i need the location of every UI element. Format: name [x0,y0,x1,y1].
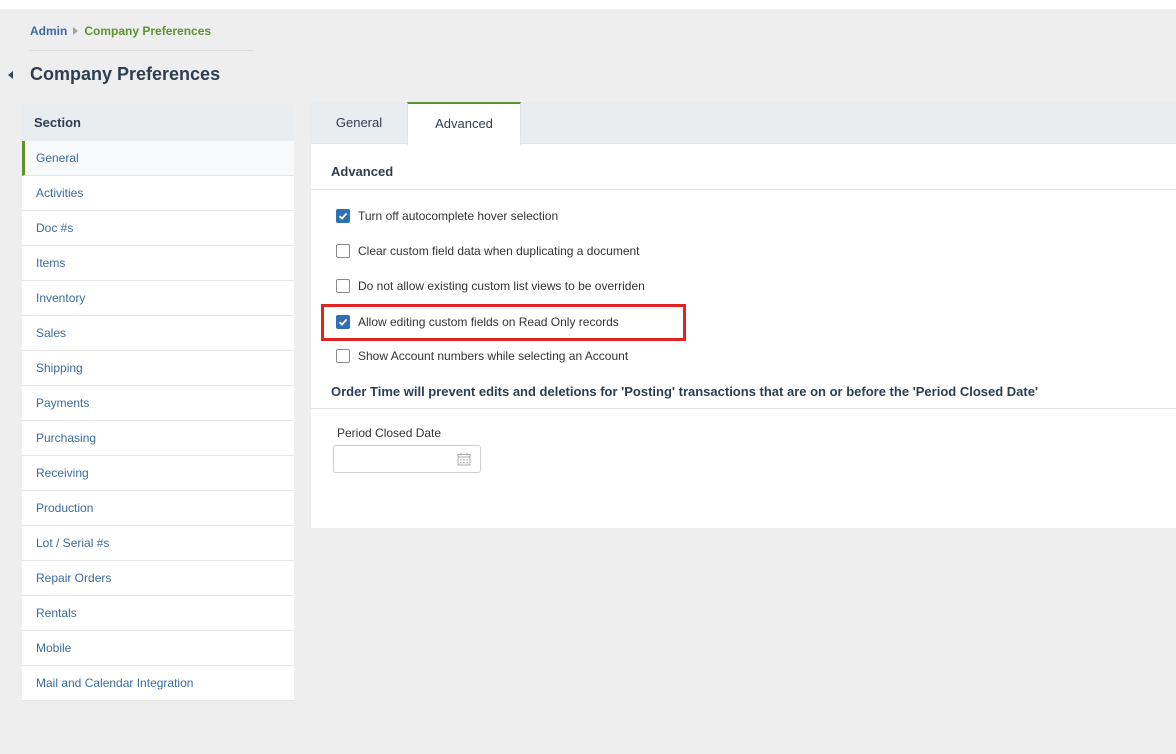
checkbox-no-override-list-views[interactable] [336,279,350,293]
sidebar-item-payments[interactable]: Payments [22,386,294,421]
option-show-account-numbers[interactable]: Show Account numbers while selecting an … [336,347,628,365]
sidebar-item-sales[interactable]: Sales [22,316,294,351]
option-edit-custom-fields-readonly[interactable]: Allow editing custom fields on Read Only… [336,313,619,331]
option-clear-custom-field[interactable]: Clear custom field data when duplicating… [336,242,640,260]
page-title: Company Preferences [30,64,221,84]
section-sidebar: Section General Activities Doc #s Items … [22,104,294,701]
notice-divider [311,408,1176,409]
breadcrumb: Admin Company Preferences [30,22,211,40]
option-autocomplete-hover[interactable]: Turn off autocomplete hover selection [336,207,558,225]
sidebar-item-mail-calendar[interactable]: Mail and Calendar Integration [22,666,294,701]
sidebar-item-repair-orders[interactable]: Repair Orders [22,561,294,596]
sidebar-item-activities[interactable]: Activities [22,176,294,211]
checkbox-autocomplete-hover[interactable] [336,209,350,223]
option-label: Do not allow existing custom list views … [358,279,645,293]
check-icon [338,212,348,220]
checkbox-clear-custom-field[interactable] [336,244,350,258]
option-label: Clear custom field data when duplicating… [358,244,640,258]
collapse-left-icon[interactable] [8,71,13,79]
breadcrumb-admin-link[interactable]: Admin [30,24,67,38]
check-icon [338,318,348,326]
checkbox-edit-custom-fields-readonly[interactable] [336,315,350,329]
option-label: Turn off autocomplete hover selection [358,209,559,223]
sidebar-item-shipping[interactable]: Shipping [22,351,294,386]
sidebar-item-mobile[interactable]: Mobile [22,631,294,666]
sidebar-header: Section [22,104,294,141]
breadcrumb-separator-icon [73,27,79,35]
option-no-override-list-views[interactable]: Do not allow existing custom list views … [336,277,645,295]
breadcrumb-divider [29,50,253,51]
calendar-icon[interactable] [457,452,471,466]
checkbox-show-account-numbers[interactable] [336,349,350,363]
preferences-panel: General Advanced Advanced Turn off autoc… [311,102,1176,528]
breadcrumb-current: Company Preferences [84,24,212,38]
sidebar-item-items[interactable]: Items [22,246,294,281]
sidebar-item-production[interactable]: Production [22,491,294,526]
tab-advanced[interactable]: Advanced [407,102,521,145]
option-label: Show Account numbers while selecting an … [358,349,629,363]
sidebar-item-receiving[interactable]: Receiving [22,456,294,491]
top-strip [0,0,1176,9]
section-title: Advanced [311,144,1176,190]
period-closed-notice: Order Time will prevent edits and deleti… [331,384,1039,399]
tab-general[interactable]: General [311,102,407,144]
sidebar-item-doc-numbers[interactable]: Doc #s [22,211,294,246]
sidebar-item-rentals[interactable]: Rentals [22,596,294,631]
sidebar-item-purchasing[interactable]: Purchasing [22,421,294,456]
sidebar-item-inventory[interactable]: Inventory [22,281,294,316]
sidebar-item-lot-serial[interactable]: Lot / Serial #s [22,526,294,561]
period-closed-date-label: Period Closed Date [337,426,442,440]
option-label: Allow editing custom fields on Read Only… [358,315,619,329]
sidebar-item-general[interactable]: General [22,141,294,176]
page: Admin Company Preferences Company Prefer… [0,0,1176,754]
